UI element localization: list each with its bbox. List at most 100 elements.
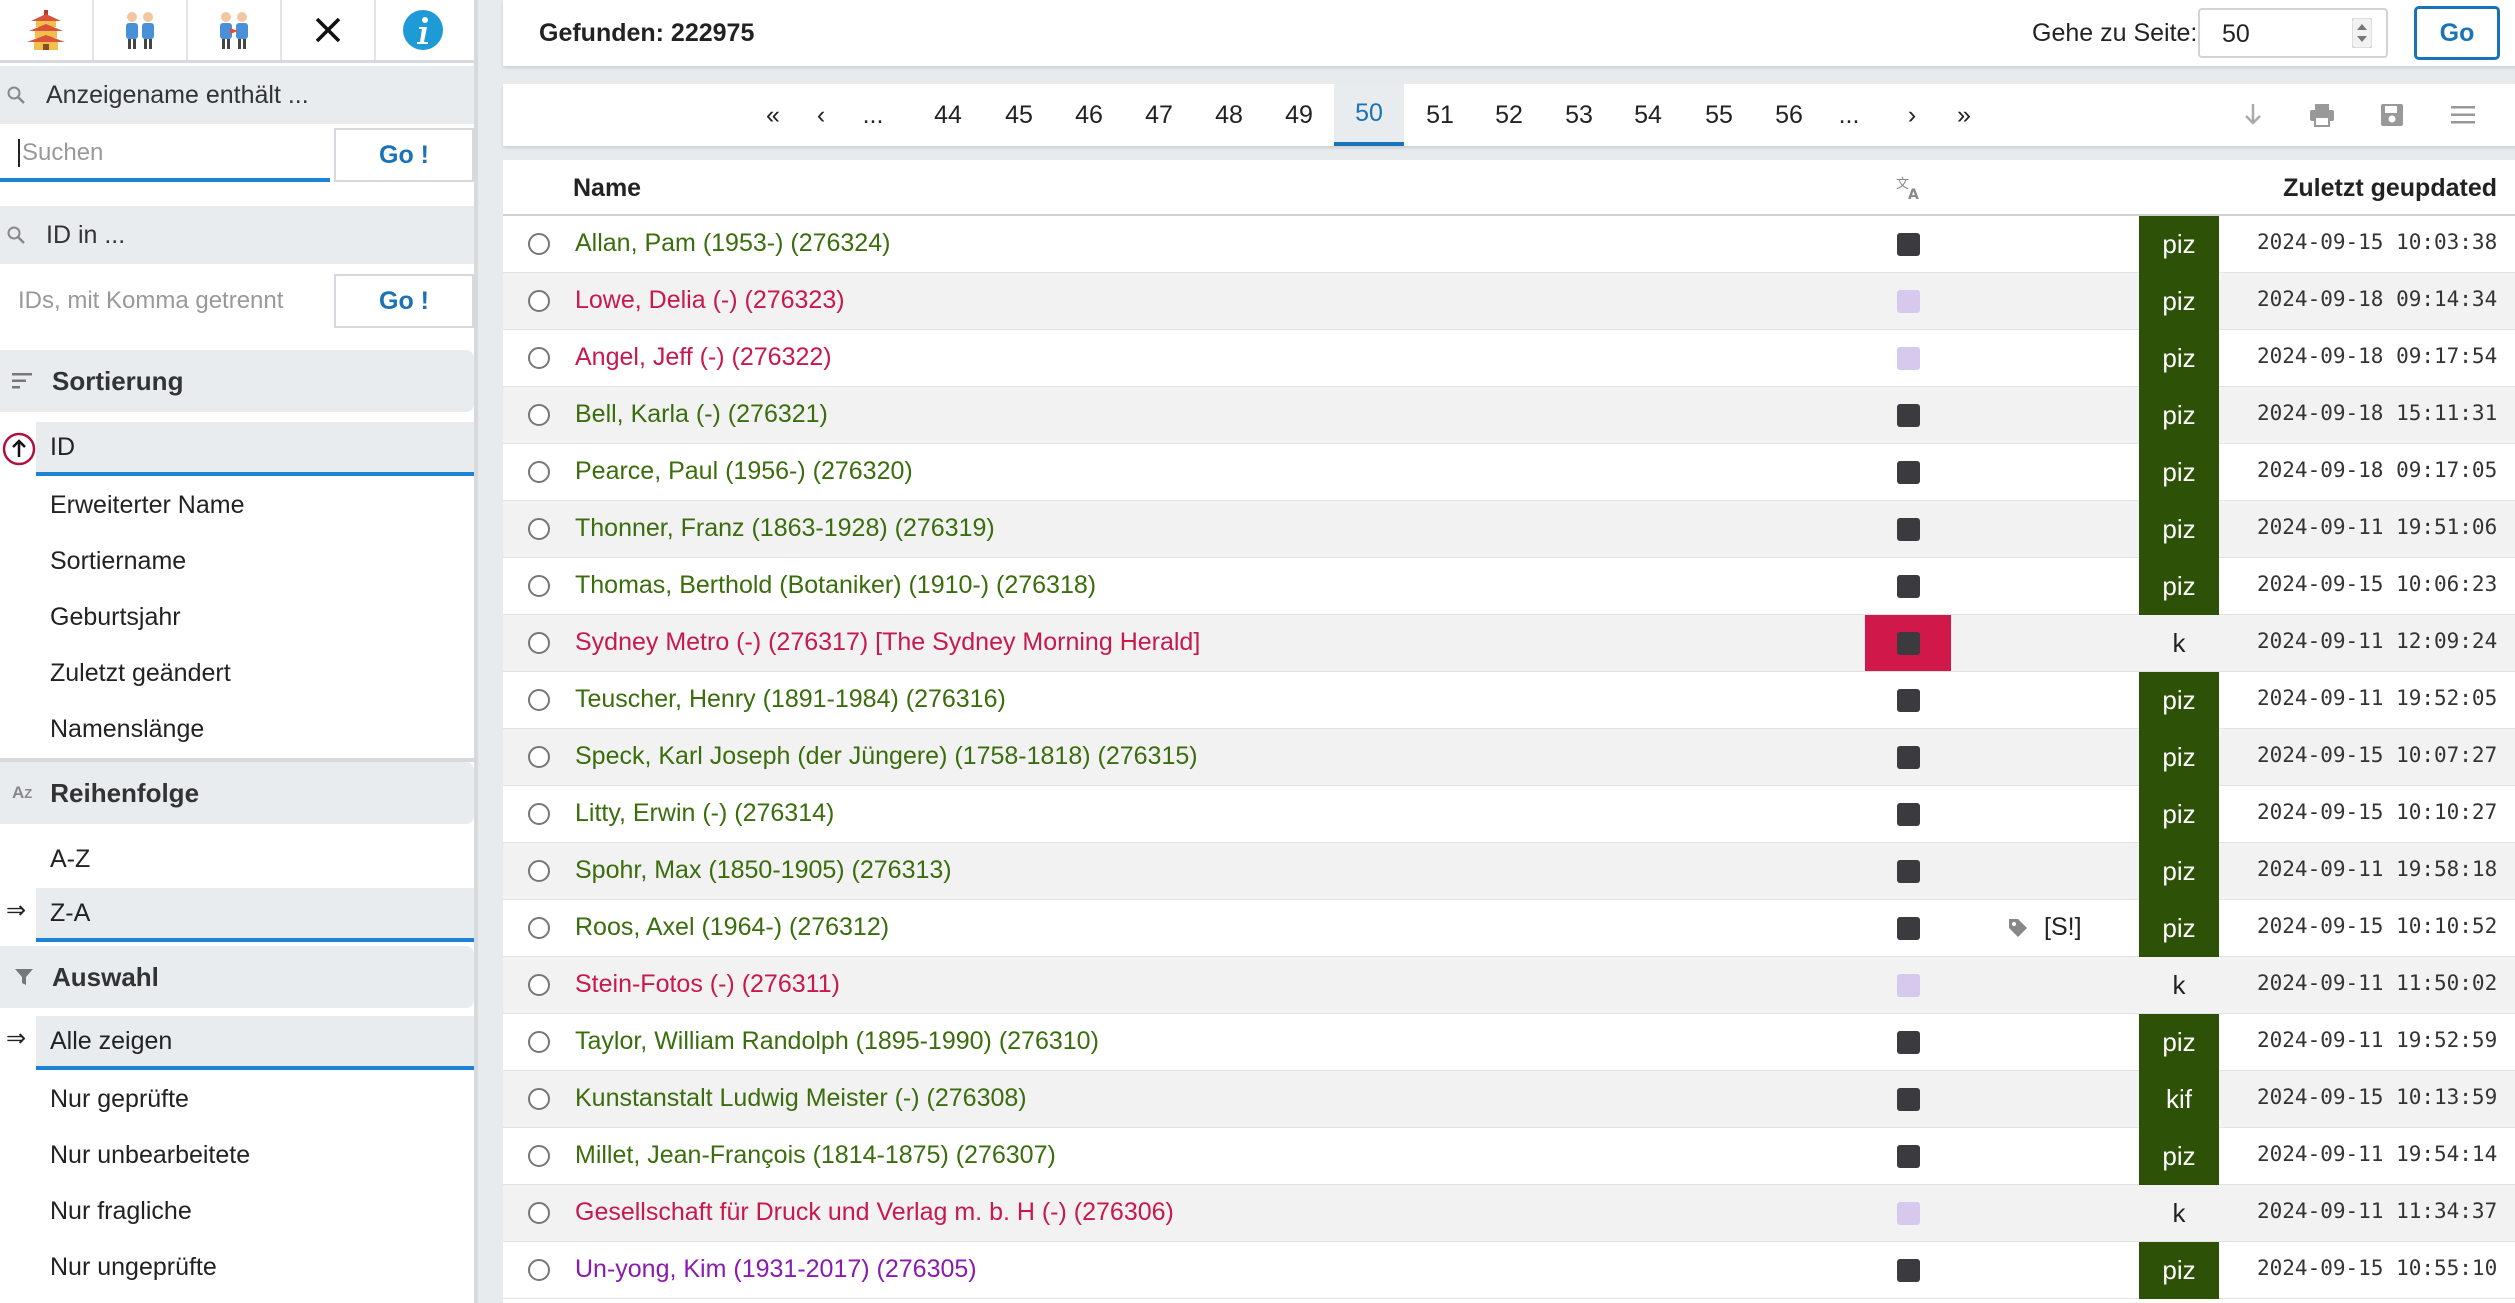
- row-select-radio[interactable]: [528, 233, 550, 255]
- goto-go-button[interactable]: Go: [2414, 6, 2500, 60]
- row-name-link[interactable]: Thomas, Berthold (Botaniker) (1910-) (27…: [575, 571, 1096, 600]
- table-row[interactable]: Un-yong, Kim (1931-2017) (276305) piz 2024…: [503, 1242, 2515, 1299]
- column-header-name[interactable]: Name: [573, 174, 641, 203]
- sort-option-id[interactable]: ID: [36, 422, 474, 476]
- page-link[interactable]: «: [755, 84, 791, 146]
- row-select-radio[interactable]: [528, 404, 550, 426]
- page-link[interactable]: 50: [1334, 84, 1404, 146]
- table-row[interactable]: Taylor, William Randolph (1895-1990) (27…: [503, 1014, 2515, 1071]
- page-link[interactable]: ...: [848, 84, 898, 146]
- row-name-link[interactable]: Bell, Karla (-) (276321): [575, 400, 828, 429]
- row-name-link[interactable]: Sydney Metro (-) (276317) [The Sydney Mo…: [575, 628, 1200, 657]
- page-link[interactable]: 49: [1264, 84, 1334, 146]
- row-name-link[interactable]: Angel, Jeff (-) (276322): [575, 343, 832, 372]
- people-button[interactable]: [94, 0, 188, 60]
- row-select-radio[interactable]: [528, 518, 550, 540]
- selection-option-all[interactable]: Alle zeigen: [36, 1016, 474, 1070]
- row-name-link[interactable]: Lowe, Delia (-) (276323): [575, 286, 845, 315]
- row-select-radio[interactable]: [528, 689, 550, 711]
- spinner-icon[interactable]: [2352, 18, 2372, 48]
- row-select-radio[interactable]: [528, 1202, 550, 1224]
- page-link[interactable]: »: [1946, 84, 1982, 146]
- info-button[interactable]: [376, 0, 470, 60]
- row-select-radio[interactable]: [528, 974, 550, 996]
- order-option-az[interactable]: A-Z: [0, 832, 474, 886]
- row-select-radio[interactable]: [528, 290, 550, 312]
- order-option-za[interactable]: Z-A: [36, 888, 474, 942]
- save-icon[interactable]: [2380, 103, 2404, 127]
- table-row[interactable]: Sydney Metro (-) (276317) [The Sydney Mo…: [503, 615, 2515, 672]
- row-select-radio[interactable]: [528, 461, 550, 483]
- row-select-radio[interactable]: [528, 1259, 550, 1281]
- row-select-radio[interactable]: [528, 1031, 550, 1053]
- page-link[interactable]: 55: [1684, 84, 1754, 146]
- row-select-radio[interactable]: [528, 803, 550, 825]
- page-link[interactable]: ...: [1824, 84, 1874, 146]
- table-row[interactable]: Millet, Jean-François (1814-1875) (27630…: [503, 1128, 2515, 1185]
- row-name-link[interactable]: Kunstanstalt Ludwig Meister (-) (276308): [575, 1084, 1027, 1113]
- row-select-radio[interactable]: [528, 1088, 550, 1110]
- table-row[interactable]: Pearce, Paul (1956-) (276320) piz 2024-09-…: [503, 444, 2515, 501]
- selection-option-unedited[interactable]: Nur unbearbeitete: [0, 1128, 474, 1182]
- row-select-radio[interactable]: [528, 347, 550, 369]
- page-link[interactable]: 46: [1054, 84, 1124, 146]
- print-icon[interactable]: [2309, 103, 2335, 127]
- row-select-radio[interactable]: [528, 860, 550, 882]
- row-select-radio[interactable]: [528, 917, 550, 939]
- sort-option-last-changed[interactable]: Zuletzt geändert: [0, 646, 474, 700]
- row-name-link[interactable]: Spohr, Max (1850-1905) (276313): [575, 856, 952, 885]
- people-arrows-button[interactable]: [188, 0, 282, 60]
- row-name-link[interactable]: Un-yong, Kim (1931-2017) (276305): [575, 1255, 977, 1284]
- table-row[interactable]: Stein-Fotos (-) (276311) k 2024-09-11 11:5…: [503, 957, 2515, 1014]
- download-icon[interactable]: [2242, 102, 2264, 128]
- table-row[interactable]: Spohr, Max (1850-1905) (276313) piz 2024-0…: [503, 843, 2515, 900]
- table-row[interactable]: Thonner, Franz (1863-1928) (276319) piz 20…: [503, 501, 2515, 558]
- page-link[interactable]: 47: [1124, 84, 1194, 146]
- row-name-link[interactable]: Taylor, William Randolph (1895-1990) (27…: [575, 1027, 1099, 1056]
- row-name-link[interactable]: Allan, Pam (1953-) (276324): [575, 229, 890, 258]
- table-row[interactable]: Kunstanstalt Ludwig Meister (-) (276308)…: [503, 1071, 2515, 1128]
- row-name-link[interactable]: Stein-Fotos (-) (276311): [575, 970, 840, 999]
- page-link[interactable]: 51: [1405, 84, 1475, 146]
- search-input[interactable]: Suchen: [0, 128, 330, 182]
- table-row[interactable]: Speck, Karl Joseph (der Jüngere) (1758-1…: [503, 729, 2515, 786]
- table-row[interactable]: Roos, Axel (1964-) (276312) [S!] piz 2024-0…: [503, 900, 2515, 957]
- close-button[interactable]: [282, 0, 376, 60]
- table-row[interactable]: Bell, Karla (-) (276321) piz 2024-09-18 15…: [503, 387, 2515, 444]
- table-row[interactable]: Allan, Pam (1953-) (276324) piz 2024-09-15…: [503, 216, 2515, 273]
- row-select-radio[interactable]: [528, 632, 550, 654]
- table-row[interactable]: Angel, Jeff (-) (276322) piz 2024-09-18 09…: [503, 330, 2515, 387]
- row-name-link[interactable]: Roos, Axel (1964-) (276312): [575, 913, 889, 942]
- table-row[interactable]: Teuscher, Henry (1891-1984) (276316) piz 2…: [503, 672, 2515, 729]
- selection-option-unchecked[interactable]: Nur ungeprüfte: [0, 1240, 474, 1294]
- row-name-link[interactable]: Litty, Erwin (-) (276314): [575, 799, 834, 828]
- row-name-link[interactable]: Speck, Karl Joseph (der Jüngere) (1758-1…: [575, 742, 1198, 771]
- page-link[interactable]: 56: [1754, 84, 1824, 146]
- ids-go-button[interactable]: Go !: [334, 274, 474, 328]
- table-row[interactable]: Gesellschaft für Druck und Verlag m. b. …: [503, 1185, 2515, 1242]
- page-link[interactable]: 53: [1544, 84, 1614, 146]
- selection-option-questionable[interactable]: Nur fragliche: [0, 1184, 474, 1238]
- page-link[interactable]: 52: [1474, 84, 1544, 146]
- row-select-radio[interactable]: [528, 575, 550, 597]
- table-row[interactable]: Thomas, Berthold (Botaniker) (1910-) (27…: [503, 558, 2515, 615]
- menu-icon[interactable]: [2451, 105, 2475, 125]
- row-name-link[interactable]: Teuscher, Henry (1891-1984) (276316): [575, 685, 1006, 714]
- sort-option-name-length[interactable]: Namenslänge: [0, 702, 474, 756]
- pagoda-button[interactable]: [0, 0, 94, 60]
- row-select-radio[interactable]: [528, 1145, 550, 1167]
- page-link[interactable]: ›: [1894, 84, 1930, 146]
- page-link[interactable]: ‹: [803, 84, 839, 146]
- selection-option-checked[interactable]: Nur geprüfte: [0, 1072, 474, 1126]
- sort-option-extended-name[interactable]: Erweiterter Name: [0, 478, 474, 532]
- page-link[interactable]: 44: [913, 84, 983, 146]
- page-link[interactable]: 45: [984, 84, 1054, 146]
- page-link[interactable]: 54: [1613, 84, 1683, 146]
- row-name-link[interactable]: Gesellschaft für Druck und Verlag m. b. …: [575, 1198, 1174, 1227]
- ids-input[interactable]: IDs, mit Komma getrennt: [0, 274, 330, 328]
- page-link[interactable]: 48: [1194, 84, 1264, 146]
- table-row[interactable]: Litty, Erwin (-) (276314) piz 2024-09-15 1…: [503, 786, 2515, 843]
- goto-page-input[interactable]: 50: [2198, 8, 2388, 58]
- search-go-button[interactable]: Go !: [334, 128, 474, 182]
- row-name-link[interactable]: Thonner, Franz (1863-1928) (276319): [575, 514, 995, 543]
